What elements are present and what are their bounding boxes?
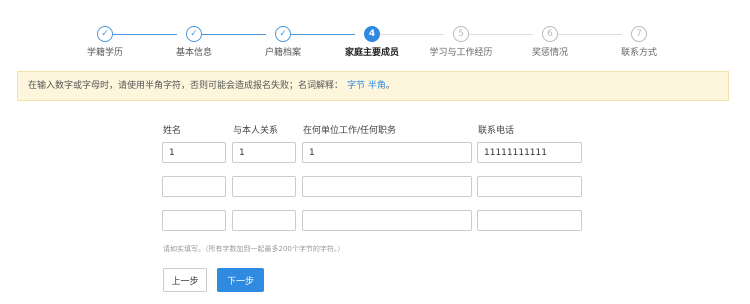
step-label: 学籍学历 [86, 48, 123, 58]
header-workplace: 在何单位工作/任何职务 [303, 126, 397, 136]
step-7[interactable]: 7 联系方式 [594, 0, 684, 60]
check-icon: ✓ [186, 26, 202, 42]
step-number: 5 [453, 26, 469, 42]
glossary-links[interactable]: 字节 半角 [347, 81, 386, 91]
step-label: 户籍档案 [264, 48, 301, 58]
step-label: 基本信息 [175, 48, 212, 58]
header-relation: 与本人关系 [233, 126, 279, 136]
name-input-2[interactable] [162, 176, 226, 197]
relation-input-3[interactable] [232, 210, 296, 231]
check-icon: ✓ [275, 26, 291, 42]
header-phone: 联系电话 [478, 126, 515, 136]
step-number: 7 [631, 26, 647, 42]
step-6[interactable]: 6 奖惩情况 [505, 0, 595, 60]
phone-input-3[interactable] [477, 210, 582, 231]
relation-input-2[interactable] [232, 176, 296, 197]
workplace-input-1[interactable] [302, 142, 472, 163]
step-2[interactable]: ✓ 基本信息 [149, 0, 239, 60]
check-icon: ✓ [97, 26, 113, 42]
notice-text: 在输入数字或字母时，请使用半角字符，否则可能会造成报名失败；名词解释： [28, 81, 344, 91]
previous-step-button[interactable]: 上一步 [163, 268, 207, 292]
step-label: 学习与工作经历 [429, 48, 493, 58]
phone-input-1[interactable] [477, 142, 582, 163]
step-1[interactable]: ✓ 学籍学历 [60, 0, 150, 60]
phone-input-2[interactable] [477, 176, 582, 197]
workplace-input-3[interactable] [302, 210, 472, 231]
workplace-input-2[interactable] [302, 176, 472, 197]
step-label: 奖惩情况 [531, 48, 568, 58]
name-input-1[interactable] [162, 142, 226, 163]
step-3[interactable]: ✓ 户籍档案 [238, 0, 328, 60]
header-name: 姓名 [163, 126, 182, 136]
progress-stepper: ✓ 学籍学历 ✓ 基本信息 ✓ 户籍档案 4 家庭主要成员 5 学习与工作经历 … [0, 0, 750, 62]
step-number: 4 [364, 26, 380, 42]
step-4[interactable]: 4 家庭主要成员 [327, 0, 417, 60]
form-hint: 请如实填写。（所有字数加到一起最多200个字节的字符。） [163, 245, 345, 253]
name-input-3[interactable] [162, 210, 226, 231]
next-step-button[interactable]: 下一步 [217, 268, 264, 292]
notice-end: 。 [385, 81, 395, 91]
step-label: 家庭主要成员 [344, 48, 399, 58]
step-5[interactable]: 5 学习与工作经历 [416, 0, 506, 60]
step-number: 6 [542, 26, 558, 42]
notice-banner: 在输入数字或字母时，请使用半角字符，否则可能会造成报名失败；名词解释： 字节 半角… [17, 71, 729, 101]
step-label: 联系方式 [620, 48, 657, 58]
relation-input-1[interactable] [232, 142, 296, 163]
